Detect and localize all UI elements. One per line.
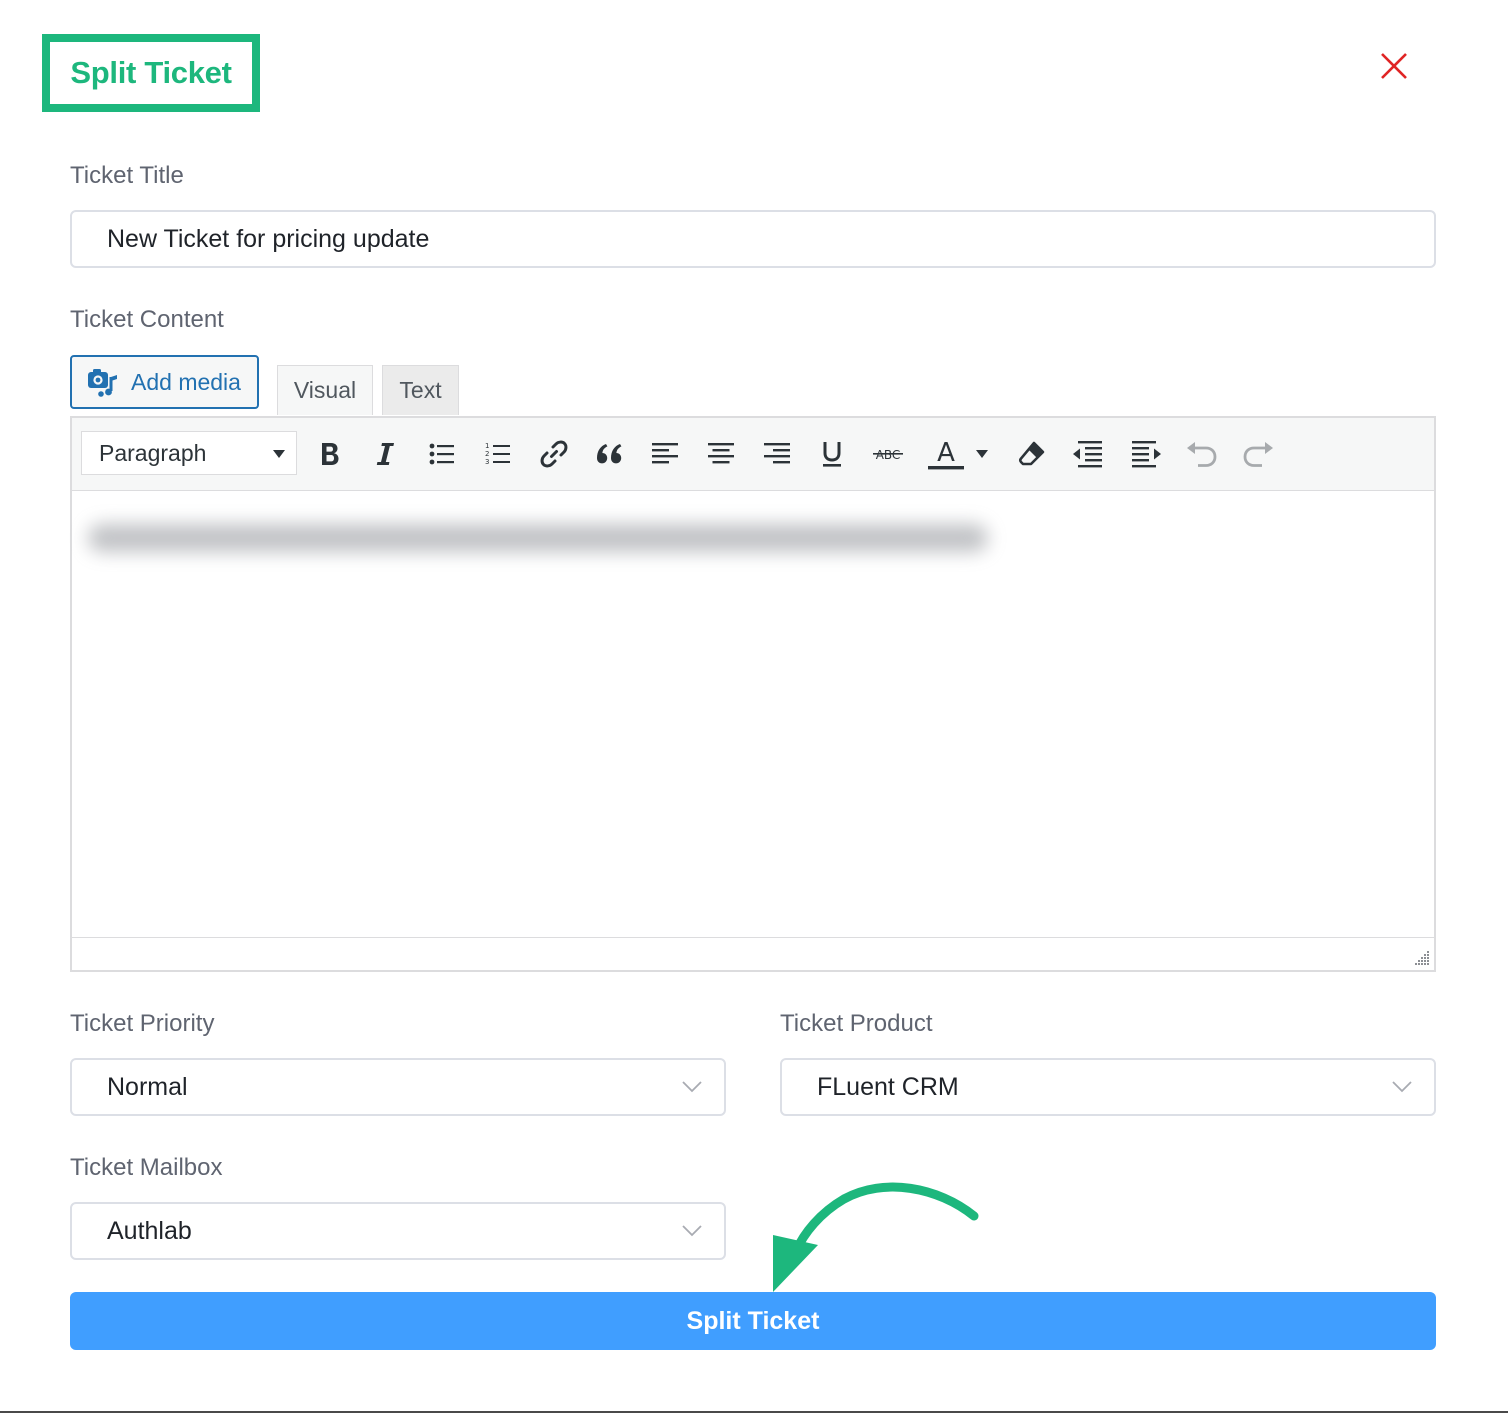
close-icon bbox=[1381, 53, 1407, 79]
strikethrough-button[interactable]: ABC bbox=[870, 434, 906, 474]
ticket-title-input[interactable] bbox=[70, 210, 1436, 268]
svg-text:3: 3 bbox=[485, 458, 489, 466]
add-media-button[interactable]: Add media bbox=[70, 355, 259, 409]
caret-down-icon bbox=[976, 450, 988, 458]
resize-handle-icon[interactable] bbox=[1412, 948, 1430, 966]
format-select[interactable]: Paragraph bbox=[81, 431, 297, 475]
chevron-down-icon bbox=[682, 1225, 702, 1237]
align-center-button[interactable] bbox=[703, 434, 739, 474]
align-right-button[interactable] bbox=[759, 434, 795, 474]
ticket-priority-value: Normal bbox=[107, 1072, 188, 1101]
dialog-title-highlight: Split Ticket bbox=[42, 34, 260, 112]
align-left-icon bbox=[652, 443, 678, 464]
caret-down-icon bbox=[273, 450, 285, 458]
editor-statusbar bbox=[72, 937, 1434, 970]
bold-icon bbox=[322, 443, 339, 465]
chevron-down-icon bbox=[682, 1081, 702, 1093]
text-color-dropdown[interactable] bbox=[970, 434, 994, 474]
ticket-content-label: Ticket Content bbox=[70, 306, 224, 333]
ticket-product-value: FLuent CRM bbox=[817, 1072, 959, 1101]
svg-text:1: 1 bbox=[485, 442, 489, 450]
underline-icon bbox=[823, 442, 841, 467]
ticket-mailbox-select[interactable]: Authlab bbox=[70, 1202, 726, 1260]
undo-button[interactable] bbox=[1184, 434, 1220, 474]
tab-text[interactable]: Text bbox=[382, 365, 459, 415]
align-right-icon bbox=[764, 443, 790, 464]
editor-content-area[interactable] bbox=[72, 491, 1434, 939]
strikethrough-glyph: ABC bbox=[876, 448, 901, 462]
add-media-label: Add media bbox=[131, 368, 241, 395]
chevron-down-icon bbox=[1392, 1081, 1412, 1093]
italic-button[interactable] bbox=[367, 434, 403, 474]
indent-icon bbox=[1132, 441, 1161, 468]
clear-formatting-icon bbox=[1018, 441, 1045, 466]
redo-icon bbox=[1243, 442, 1273, 467]
align-left-button[interactable] bbox=[647, 434, 683, 474]
ticket-title-label: Ticket Title bbox=[70, 162, 184, 189]
format-select-value: Paragraph bbox=[99, 439, 207, 466]
undo-icon bbox=[1187, 442, 1217, 467]
link-icon bbox=[540, 440, 568, 468]
underline-button[interactable] bbox=[814, 434, 850, 474]
annotation-arrow-icon bbox=[773, 1182, 979, 1292]
bulleted-list-button[interactable] bbox=[424, 434, 460, 474]
align-center-icon bbox=[708, 443, 734, 464]
blockquote-icon bbox=[597, 444, 622, 464]
text-color-button[interactable]: A bbox=[924, 434, 968, 474]
ticket-priority-select[interactable]: Normal bbox=[70, 1058, 726, 1116]
close-button[interactable] bbox=[1378, 50, 1410, 82]
ticket-priority-label: Ticket Priority bbox=[70, 1010, 215, 1037]
outdent-button[interactable] bbox=[1070, 434, 1106, 474]
ticket-product-label: Ticket Product bbox=[780, 1010, 933, 1037]
numbered-list-icon: 1 2 3 bbox=[485, 442, 510, 466]
bulleted-list-icon bbox=[429, 443, 454, 465]
text-color-icon: A bbox=[928, 438, 964, 470]
text-color-glyph: A bbox=[937, 438, 955, 468]
svg-text:2: 2 bbox=[485, 450, 489, 458]
blurred-ticket-content bbox=[88, 524, 988, 552]
numbered-list-button[interactable]: 1 2 3 bbox=[480, 434, 516, 474]
ticket-product-select[interactable]: FLuent CRM bbox=[780, 1058, 1436, 1116]
strikethrough-icon: ABC bbox=[873, 448, 903, 462]
indent-button[interactable] bbox=[1128, 434, 1164, 474]
content-editor: Paragraph 1 2 3 ABC A bbox=[70, 416, 1436, 972]
editor-toolbar: Paragraph 1 2 3 ABC A bbox=[72, 418, 1434, 491]
dialog-title: Split Ticket bbox=[70, 55, 232, 90]
link-button[interactable] bbox=[536, 434, 572, 474]
tab-visual[interactable]: Visual bbox=[277, 365, 373, 415]
bold-button[interactable] bbox=[312, 434, 348, 474]
ticket-mailbox-label: Ticket Mailbox bbox=[70, 1154, 223, 1181]
ticket-mailbox-value: Authlab bbox=[107, 1216, 192, 1245]
outdent-icon bbox=[1073, 441, 1102, 468]
blockquote-button[interactable] bbox=[592, 434, 628, 474]
redo-button[interactable] bbox=[1240, 434, 1276, 474]
bottom-divider bbox=[0, 1411, 1508, 1413]
add-media-icon bbox=[88, 369, 117, 397]
split-ticket-button[interactable]: Split Ticket bbox=[70, 1292, 1436, 1350]
clear-formatting-button[interactable] bbox=[1014, 434, 1050, 474]
italic-icon bbox=[376, 443, 394, 465]
